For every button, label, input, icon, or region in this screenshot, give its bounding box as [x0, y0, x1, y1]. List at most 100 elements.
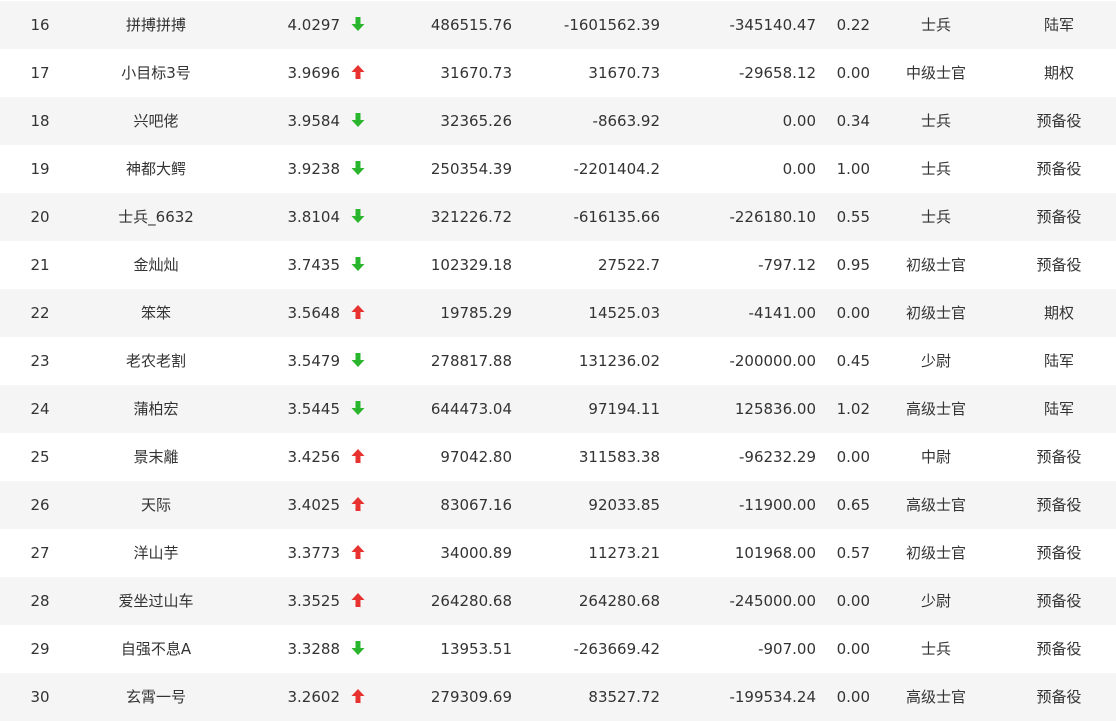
player-name[interactable]: 天际 [80, 481, 232, 529]
level-cell: 士兵 [920, 640, 951, 658]
player-name[interactable]: 金灿灿 [80, 241, 232, 289]
player-name[interactable]: 士兵_6632 [80, 193, 232, 241]
trend-cell [348, 673, 368, 721]
arrow-up-icon [351, 496, 365, 512]
trend-cell [348, 625, 368, 673]
table-row[interactable]: 23 老农老割 3.5479 278817.88 131236.02 -200000.00… [0, 337, 1116, 385]
rank-cell: 25 [30, 448, 50, 466]
ratio-cell: 0.55 [836, 208, 870, 226]
ratio-cell: 0.22 [836, 16, 870, 34]
arrow-down-icon [351, 400, 365, 416]
ratio-cell: 0.57 [836, 544, 870, 562]
group-cell: 期权 [1043, 304, 1074, 322]
group-cell: 预备役 [1036, 544, 1082, 562]
level-cell: 中尉 [920, 448, 951, 466]
arrow-up-icon [351, 64, 365, 80]
group-cell: 预备役 [1036, 592, 1082, 610]
ratio-cell: 1.00 [836, 160, 870, 178]
arrow-down-icon [351, 208, 365, 224]
rank-cell: 17 [30, 64, 50, 82]
player-name[interactable]: 蒲柏宏 [80, 385, 232, 433]
value-1-cell: 264280.68 [430, 592, 512, 610]
ratio-cell: 1.02 [836, 400, 870, 418]
player-name[interactable]: 洋山芋 [80, 529, 232, 577]
table-row[interactable]: 21 金灿灿 3.7435 102329.18 27522.7 -797.12 0.95 初级… [0, 241, 1116, 289]
group-cell: 预备役 [1036, 208, 1082, 226]
table-row[interactable]: 29 自强不息A 3.3288 13953.51 -263669.42 -907.00 0.… [0, 625, 1116, 673]
table-row[interactable]: 20 士兵_6632 3.8104 321226.72 -616135.66 -22618… [0, 193, 1116, 241]
value-2-cell: 31670.73 [588, 64, 660, 82]
player-name[interactable]: 自强不息A [80, 625, 232, 673]
trend-cell [348, 481, 368, 529]
trend-cell [348, 289, 368, 337]
group-cell: 预备役 [1036, 640, 1082, 658]
value-2-cell: 97194.11 [588, 400, 660, 418]
rank-cell: 21 [30, 256, 50, 274]
value-2-cell: 264280.68 [578, 592, 660, 610]
group-cell: 预备役 [1036, 688, 1082, 706]
table-row[interactable]: 30 玄霄一号 3.2602 279309.69 83527.72 -199534.24 0… [0, 673, 1116, 721]
table-row[interactable]: 25 景末離 3.4256 97042.80 311583.38 -96232.29 0.0… [0, 433, 1116, 481]
player-name[interactable]: 爱坐过山车 [80, 577, 232, 625]
value-1-cell: 13953.51 [440, 640, 512, 658]
level-cell: 士兵 [920, 16, 951, 34]
level-cell: 少尉 [920, 352, 951, 370]
player-name[interactable]: 兴吧佬 [80, 97, 232, 145]
ratio-cell: 0.00 [836, 304, 870, 322]
player-name[interactable]: 拼搏拼搏 [80, 1, 232, 49]
player-name[interactable]: 玄霄一号 [80, 673, 232, 721]
value-3-cell: -4141.00 [748, 304, 816, 322]
table-row[interactable]: 26 天际 3.4025 83067.16 92033.85 -11900.00 0.65 高… [0, 481, 1116, 529]
value-2-cell: 311583.38 [578, 448, 660, 466]
value-3-cell: -199534.24 [729, 688, 816, 706]
player-name[interactable]: 老农老割 [80, 337, 232, 385]
group-cell: 陆军 [1043, 16, 1074, 34]
value-3-cell: -226180.10 [729, 208, 816, 226]
level-cell: 中级士官 [905, 64, 966, 82]
trend-cell [348, 193, 368, 241]
ratio-cell: 0.95 [836, 256, 870, 274]
score-cell: 3.4256 [287, 448, 341, 466]
group-cell: 陆军 [1043, 400, 1074, 418]
table-row[interactable]: 24 蒲柏宏 3.5445 644473.04 97194.11 125836.00 1.0… [0, 385, 1116, 433]
arrow-down-icon [351, 16, 365, 32]
trend-cell [348, 97, 368, 145]
rank-cell: 29 [30, 640, 50, 658]
value-2-cell: 131236.02 [578, 352, 660, 370]
value-3-cell: -345140.47 [729, 16, 816, 34]
arrow-up-icon [351, 592, 365, 608]
value-3-cell: 0.00 [782, 160, 816, 178]
player-name[interactable]: 笨笨 [80, 289, 232, 337]
ratio-cell: 0.45 [836, 352, 870, 370]
score-cell: 3.4025 [287, 496, 341, 514]
table-row[interactable]: 17 小目标3号 3.9696 31670.73 31670.73 -29658.12 0.… [0, 49, 1116, 97]
trend-cell [348, 337, 368, 385]
arrow-down-icon [351, 640, 365, 656]
table-row[interactable]: 28 爱坐过山车 3.3525 264280.68 264280.68 -245000.0… [0, 577, 1116, 625]
ranking-table: 16 拼搏拼搏 4.0297 486515.76 -1601562.39 -345140.… [0, 0, 1116, 721]
value-1-cell: 279309.69 [430, 688, 512, 706]
score-cell: 3.2602 [287, 688, 341, 706]
table-row[interactable]: 22 笨笨 3.5648 19785.29 14525.03 -4141.00 0.00 初级… [0, 289, 1116, 337]
table-row[interactable]: 27 洋山芋 3.3773 34000.89 11273.21 101968.00 0.57… [0, 529, 1116, 577]
value-3-cell: -907.00 [758, 640, 816, 658]
value-1-cell: 486515.76 [430, 16, 512, 34]
player-name[interactable]: 神都大鳄 [80, 145, 232, 193]
trend-cell [348, 529, 368, 577]
value-1-cell: 102329.18 [430, 256, 512, 274]
rank-cell: 27 [30, 544, 50, 562]
value-2-cell: -8663.92 [592, 112, 660, 130]
score-cell: 3.7435 [287, 256, 341, 274]
table-row[interactable]: 16 拼搏拼搏 4.0297 486515.76 -1601562.39 -345140.… [0, 1, 1116, 49]
group-cell: 预备役 [1036, 160, 1082, 178]
level-cell: 初级士官 [905, 256, 966, 274]
value-1-cell: 278817.88 [430, 352, 512, 370]
player-name[interactable]: 景末離 [80, 433, 232, 481]
value-3-cell: 125836.00 [734, 400, 816, 418]
player-name[interactable]: 小目标3号 [80, 49, 232, 97]
value-1-cell: 19785.29 [440, 304, 512, 322]
table-row[interactable]: 19 神都大鳄 3.9238 250354.39 -2201404.2 0.00 1.00 士… [0, 145, 1116, 193]
table-row[interactable]: 18 兴吧佬 3.9584 32365.26 -8663.92 0.00 0.34 士兵 预备役 [0, 97, 1116, 145]
arrow-up-icon [351, 688, 365, 704]
rank-cell: 24 [30, 400, 50, 418]
